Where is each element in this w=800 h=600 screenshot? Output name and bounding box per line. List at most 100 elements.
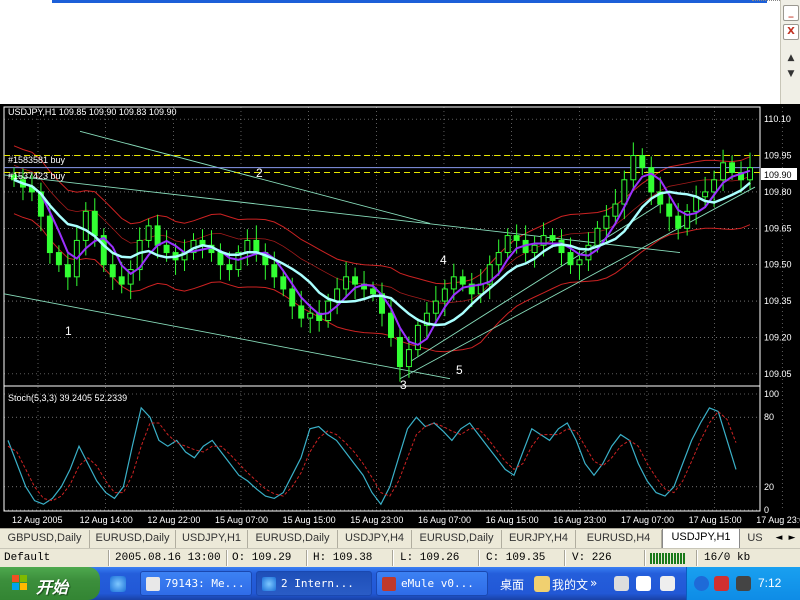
candle-body — [271, 264, 278, 278]
axis-labels: 110.10 109.95 109.80 109.65 109.50 109.35 109.… — [12, 114, 800, 525]
taskbar-clock: 7:12 — [758, 576, 782, 590]
candle-body — [154, 225, 161, 246]
task-label-mail: 79143: Me... — [165, 577, 245, 590]
window-top-dots — [752, 0, 780, 3]
candle-body — [91, 210, 98, 237]
task-button-emule[interactable]: eMule v0... — [376, 571, 488, 596]
window-icon — [146, 577, 160, 591]
start-label: 开始 — [36, 580, 69, 597]
kaspersky-tray-icon[interactable] — [714, 576, 729, 591]
candle-body — [675, 215, 682, 229]
candle-body — [253, 239, 260, 254]
tab-scroll-right-icon[interactable]: ► — [786, 532, 798, 544]
candle-body — [280, 276, 287, 290]
tray-collapse-icon[interactable] — [694, 576, 709, 591]
time-tick-label: 16 Aug 15:00 — [486, 515, 539, 525]
order-lines — [4, 155, 760, 174]
wave-label-4: 4 — [440, 253, 447, 267]
candle-body — [630, 155, 637, 181]
my-documents-icon[interactable] — [534, 576, 550, 592]
status-separator — [226, 550, 228, 566]
windows-taskbar: 开始 79143: Me... 2 Intern... eMule v0... … — [0, 567, 800, 600]
stochastic-lines — [7, 406, 737, 506]
status-separator — [392, 550, 394, 566]
emule-icon — [382, 577, 396, 591]
candle-body — [334, 288, 341, 302]
stoch-signal-line — [7, 410, 737, 502]
task-button-internet[interactable]: 2 Intern... — [256, 571, 372, 596]
candle-body — [387, 312, 394, 338]
minimize-button[interactable]: _ — [783, 5, 799, 21]
keyboard-icon[interactable] — [614, 576, 629, 591]
time-tick-label: 16 Aug 23:00 — [553, 515, 606, 525]
tab-eurusd-daily-1[interactable]: EURUSD,Daily — [90, 530, 176, 548]
price-chart-svg[interactable]: 110.10 109.95 109.80 109.65 109.50 109.35 109.… — [0, 104, 800, 528]
window-side-controls: _ X ▲ ▼ — [780, 0, 800, 104]
price-tick-label: 109.50 — [764, 260, 792, 270]
tab-eurusd-daily-2[interactable]: EURUSD,Daily — [248, 530, 338, 548]
price-chart-window[interactable]: 110.10 109.95 109.80 109.65 109.50 109.35 109.… — [0, 104, 800, 528]
window-restore-icon[interactable] — [660, 576, 675, 591]
task-button-mail[interactable]: 79143: Me... — [140, 571, 252, 596]
candle-body — [244, 239, 251, 254]
windows-flag-icon — [12, 575, 27, 590]
tab-usdjpy-h1-active[interactable]: USDJPY,H1 — [662, 529, 740, 549]
candle-body — [495, 252, 502, 266]
internet-explorer-icon[interactable] — [110, 576, 126, 592]
tab-eurusd-daily-3[interactable]: EURUSD,Daily — [412, 530, 502, 548]
candle-body — [711, 179, 718, 193]
candle-body — [558, 239, 565, 254]
start-button[interactable]: 开始 — [0, 567, 100, 600]
tab-gbpusd-daily[interactable]: GBPUSD,Daily — [0, 530, 90, 548]
stoch-header: Stoch(5,3,3) 39.2405 52.2339 — [8, 393, 127, 403]
status-separator — [696, 550, 698, 566]
tab-eurjpy-h4[interactable]: EURJPY,H4 — [502, 530, 576, 548]
toolbar-expand-chevron-icon[interactable]: » — [590, 576, 597, 590]
help-icon[interactable] — [636, 576, 651, 591]
connection-bars-icon — [650, 553, 690, 564]
stoch-tick-label: 100 — [764, 389, 779, 399]
candle-body — [576, 259, 583, 266]
candle-body — [531, 244, 538, 254]
candle-body — [46, 215, 53, 254]
wave-label-3: 3 — [400, 378, 407, 392]
time-tick-label: 16 Aug 07:00 — [418, 515, 471, 525]
time-tick-label: 12 Aug 2005 — [12, 515, 63, 525]
scroll-up-arrow-icon[interactable]: ▲ — [785, 52, 797, 64]
candle-body — [513, 235, 520, 241]
status-separator — [478, 550, 480, 566]
tab-us-truncated[interactable]: US — [740, 530, 770, 548]
price-tick-label: 109.80 — [764, 187, 792, 197]
time-tick-label: 12 Aug 14:00 — [80, 515, 133, 525]
order-label-1: #1583581 buy — [8, 155, 66, 165]
status-volume: V: 226 — [572, 552, 612, 564]
status-separator — [564, 550, 566, 566]
task-label-emule: eMule v0... — [401, 577, 474, 590]
scroll-down-arrow-icon[interactable]: ▼ — [785, 68, 797, 80]
window-title-bar-edge — [52, 0, 767, 3]
candle-body — [217, 252, 224, 266]
browser-window-remnant: _ X ▲ ▼ — [0, 0, 800, 104]
candle-body — [298, 305, 305, 319]
wave-label-5: 5 — [456, 363, 463, 377]
status-separator — [644, 550, 646, 566]
status-close: C: 109.35 — [486, 552, 546, 564]
candle-body — [702, 191, 709, 198]
tab-usdjpy-h1-1[interactable]: USDJPY,H1 — [176, 530, 248, 548]
close-button[interactable]: X — [783, 24, 799, 40]
my-documents-label[interactable]: 我的文 — [552, 576, 588, 593]
candle-body — [343, 276, 350, 290]
candle-body — [594, 227, 601, 246]
tab-eurusd-h4[interactable]: EURUSD,H4 — [576, 530, 662, 548]
desktop-toolbar-label[interactable]: 桌面 — [500, 576, 524, 593]
tab-scroll-left-icon[interactable]: ◄ — [773, 532, 785, 544]
candle-body — [603, 215, 610, 229]
candle-body — [405, 349, 412, 368]
status-traffic: 16/0 kb — [704, 552, 751, 564]
volume-tray-icon[interactable] — [736, 576, 751, 591]
candle-body — [441, 288, 448, 302]
candle-body — [289, 288, 296, 307]
tab-usdjpy-h4[interactable]: USDJPY,H4 — [338, 530, 412, 548]
price-tick-label: 109.65 — [764, 223, 792, 233]
chart-tabs-bar: GBPUSD,Daily EURUSD,Daily USDJPY,H1 EURU… — [0, 528, 800, 549]
